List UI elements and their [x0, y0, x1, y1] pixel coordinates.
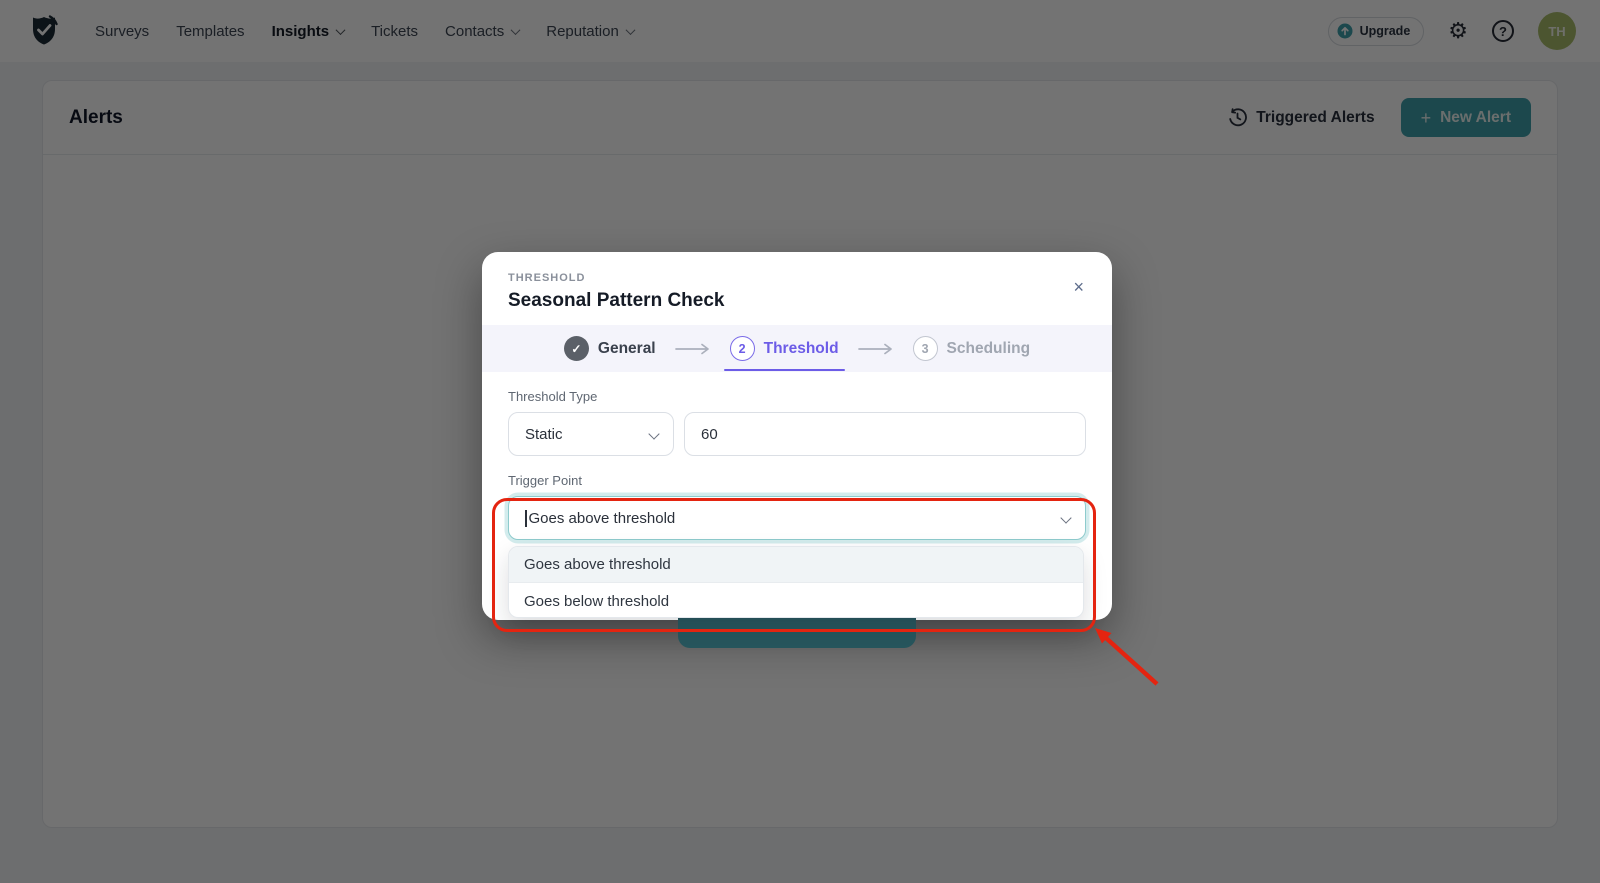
- dropdown-option-goes-below[interactable]: Goes below threshold: [509, 583, 1083, 618]
- trigger-point-dropdown: Goes above threshold Goes below threshol…: [508, 546, 1084, 618]
- chevron-down-icon: [648, 428, 659, 439]
- threshold-alert-modal: THRESHOLD Seasonal Pattern Check × ✓ Gen…: [482, 252, 1112, 620]
- app-screen: Surveys Templates Insights Tickets Conta…: [0, 0, 1600, 883]
- active-step-underline: [724, 369, 845, 372]
- step-check-icon: ✓: [564, 336, 589, 361]
- modal-header: THRESHOLD Seasonal Pattern Check ×: [482, 252, 1112, 325]
- step-arrow-icon: [857, 343, 895, 355]
- threshold-type-value: Static: [525, 426, 563, 443]
- step-arrow-icon: [674, 343, 712, 355]
- modal-title: Seasonal Pattern Check: [508, 290, 1086, 312]
- close-icon[interactable]: ×: [1073, 278, 1084, 296]
- threshold-type-select[interactable]: Static: [508, 412, 674, 456]
- step-scheduling[interactable]: 3 Scheduling: [913, 336, 1031, 361]
- threshold-type-label: Threshold Type: [508, 389, 1086, 404]
- trigger-point-value: Goes above threshold: [529, 510, 676, 527]
- wizard-stepper: ✓ General 2 Threshold 3 Scheduling: [482, 325, 1112, 372]
- step-label: Threshold: [764, 340, 839, 358]
- step-label: Scheduling: [947, 340, 1031, 358]
- step-number: 2: [730, 336, 755, 361]
- trigger-point-select[interactable]: Goes above threshold: [508, 496, 1086, 540]
- step-threshold[interactable]: 2 Threshold: [730, 336, 839, 361]
- modal-eyebrow: THRESHOLD: [508, 272, 1086, 284]
- threshold-value: 60: [701, 426, 718, 443]
- trigger-point-label: Trigger Point: [508, 473, 1086, 488]
- dropdown-option-goes-above[interactable]: Goes above threshold: [509, 547, 1083, 583]
- step-number: 3: [913, 336, 938, 361]
- modal-body: Threshold Type Static 60 Trigger Point G…: [482, 389, 1112, 540]
- chevron-down-icon: [1060, 512, 1071, 523]
- step-label: General: [598, 340, 656, 358]
- text-cursor: [525, 510, 527, 527]
- threshold-value-input[interactable]: 60: [684, 412, 1086, 456]
- step-general[interactable]: ✓ General: [564, 336, 656, 361]
